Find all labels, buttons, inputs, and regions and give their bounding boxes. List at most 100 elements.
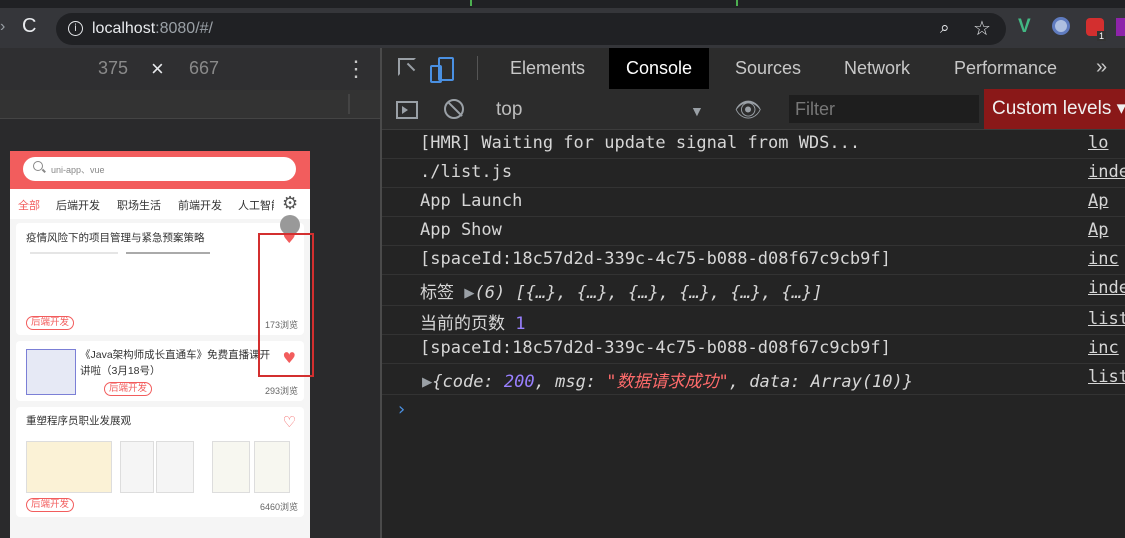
console-message: [HMR] Waiting for update signal from WDS…: [382, 129, 1125, 159]
inspect-element-icon[interactable]: [398, 58, 416, 76]
category-tab[interactable]: 职场生活: [117, 197, 161, 213]
card-thumbnail: [26, 349, 76, 395]
view-count: 6460浏览: [259, 502, 298, 512]
card-title: 重塑程序员职业发展观: [26, 415, 131, 427]
log-text: App Launch: [420, 191, 523, 211]
source-link[interactable]: list: [1088, 367, 1125, 387]
log-levels-label: Custom levels ▾: [992, 98, 1125, 119]
source-link[interactable]: Ap: [1088, 220, 1108, 240]
caret-down-icon: ▼: [690, 103, 704, 119]
search-icon: [33, 161, 43, 171]
source-link[interactable]: index: [1088, 278, 1125, 298]
source-link[interactable]: lo: [1088, 133, 1108, 153]
ruler-mark: [348, 94, 350, 114]
log-key: , msg:: [534, 372, 607, 392]
url-path: :8080/#/: [155, 20, 213, 37]
search-placeholder: uni-app、vue: [51, 165, 105, 175]
extension-purple-icon[interactable]: [1116, 18, 1125, 36]
log-text: [spaceId:18c57d2d-339c-4c75-b088-d08f67c…: [420, 249, 891, 269]
device-height[interactable]: 667: [189, 58, 219, 79]
source-link[interactable]: inc: [1088, 338, 1119, 358]
log-number: 1: [515, 314, 526, 334]
article-card[interactable]: 重塑程序员职业发展观 ♡ 后端开发 6460浏览: [16, 407, 304, 517]
context-select[interactable]: top ▼: [484, 97, 706, 125]
device-ruler: [0, 90, 380, 119]
device-toggle-icon[interactable]: [430, 57, 454, 83]
console-toolbar: top ▼ 👁 Custom levels ▾: [382, 89, 1125, 130]
context-label: top: [496, 99, 523, 120]
tab-favicon-bar: [736, 0, 738, 6]
card-thumbnail: [254, 441, 290, 493]
search-input[interactable]: uni-app、vue: [23, 157, 296, 181]
log-key: {code:: [432, 372, 504, 392]
category-tab[interactable]: 全部: [18, 197, 40, 213]
log-label: 标签: [420, 283, 465, 303]
card-thumbnail: [212, 441, 250, 493]
clear-console-icon[interactable]: [444, 99, 464, 119]
tab-favicon-bar: [470, 0, 472, 6]
tab-elements[interactable]: Elements: [493, 48, 602, 89]
extension-badge: 1: [1097, 31, 1107, 41]
expand-arrow-icon[interactable]: ▶: [422, 372, 432, 392]
log-text: [spaceId:18c57d2d-339c-4c75-b088-d08f67c…: [420, 338, 891, 358]
more-tabs-icon[interactable]: »: [1096, 56, 1107, 79]
card-thumbnail: [26, 441, 112, 493]
filter-input[interactable]: [789, 95, 979, 123]
category-bar: 全部 后端开发 职场生活 前端开发 人工智能 ⚙: [10, 189, 310, 220]
tab-network[interactable]: Network: [827, 48, 927, 89]
category-tab[interactable]: 前端开发: [178, 197, 222, 213]
address-bar[interactable]: i localhost:8080/#/ ⌕ ☆: [56, 13, 1006, 45]
devtools-tabbar: Elements Console Sources Network Perform…: [382, 48, 1125, 90]
devtools-panel: Elements Console Sources Network Perform…: [382, 48, 1125, 538]
log-number: 200: [503, 372, 535, 392]
console-message: [spaceId:18c57d2d-339c-4c75-b088-d08f67c…: [382, 334, 1125, 364]
card-title: 疫情风险下的项目管理与紧急预案策略: [26, 232, 205, 244]
category-tag: 后端开发: [26, 316, 75, 330]
console-message: ./list.js inde: [382, 158, 1125, 188]
tab-console[interactable]: Console: [609, 48, 710, 89]
device-width[interactable]: 375: [98, 58, 128, 79]
console-message[interactable]: 标签 ▶(6) [{…}, {…}, {…}, {…}, {…}, {…}] i…: [382, 274, 1125, 306]
source-link[interactable]: list: [1088, 309, 1125, 329]
reload-icon[interactable]: C: [22, 15, 36, 38]
tab-strip: [0, 0, 1125, 8]
tab-performance[interactable]: Performance: [937, 48, 1074, 89]
vue-devtools-icon[interactable]: V: [1018, 16, 1031, 38]
card-thumbnail: [120, 441, 154, 493]
zoom-icon[interactable]: ⌕: [940, 18, 950, 38]
forward-icon[interactable]: ›: [0, 18, 5, 36]
device-toolbar: 375 × 667 ⋮: [0, 48, 380, 91]
console-prompt[interactable]: ›: [396, 399, 407, 420]
log-string: "数据请求成功": [606, 372, 729, 392]
source-link[interactable]: Ap: [1088, 191, 1108, 211]
log-label: 当前的页数: [420, 314, 516, 334]
log-key: , data: Array(10)}: [728, 372, 913, 392]
url-text: localhost:8080/#/: [92, 20, 213, 38]
console-message: App Launch Ap: [382, 187, 1125, 217]
category-tab[interactable]: 后端开发: [56, 197, 100, 213]
url-host: localhost: [92, 20, 156, 37]
card-image-strip: [30, 252, 118, 254]
more-options-icon[interactable]: ⋮: [345, 56, 367, 82]
gear-icon[interactable]: ⚙: [282, 193, 298, 214]
card-title: 《Java架构师成长直通车》免费直播课开讲啦（3月18号）: [80, 349, 271, 377]
tab-sources[interactable]: Sources: [718, 48, 818, 89]
source-link[interactable]: inde: [1088, 162, 1125, 182]
log-levels-dropdown[interactable]: Custom levels ▾: [984, 89, 1125, 129]
console-sidebar-icon[interactable]: [396, 101, 418, 119]
favorite-heart-icon[interactable]: ♡: [283, 415, 296, 430]
star-icon[interactable]: ☆: [973, 16, 991, 41]
source-link[interactable]: inc: [1088, 249, 1119, 269]
info-icon[interactable]: i: [68, 21, 83, 36]
log-text: 当前的页数 1: [420, 309, 526, 334]
separator: [477, 56, 478, 80]
log-text: ./list.js: [420, 162, 513, 182]
console-message[interactable]: ▶{code: 200, msg: "数据请求成功", data: Array(…: [382, 363, 1125, 395]
annotation-highlight: [258, 233, 314, 377]
console-message: [spaceId:18c57d2d-339c-4c75-b088-d08f67c…: [382, 245, 1125, 275]
extension-circle-icon[interactable]: [1052, 17, 1070, 35]
card-thumbnail: [156, 441, 194, 493]
log-text: ▶{code: 200, msg: "数据请求成功", data: Array(…: [422, 367, 913, 392]
expand-arrow-icon[interactable]: ▶: [464, 283, 474, 303]
live-expression-eye-icon[interactable]: 👁: [734, 97, 762, 123]
